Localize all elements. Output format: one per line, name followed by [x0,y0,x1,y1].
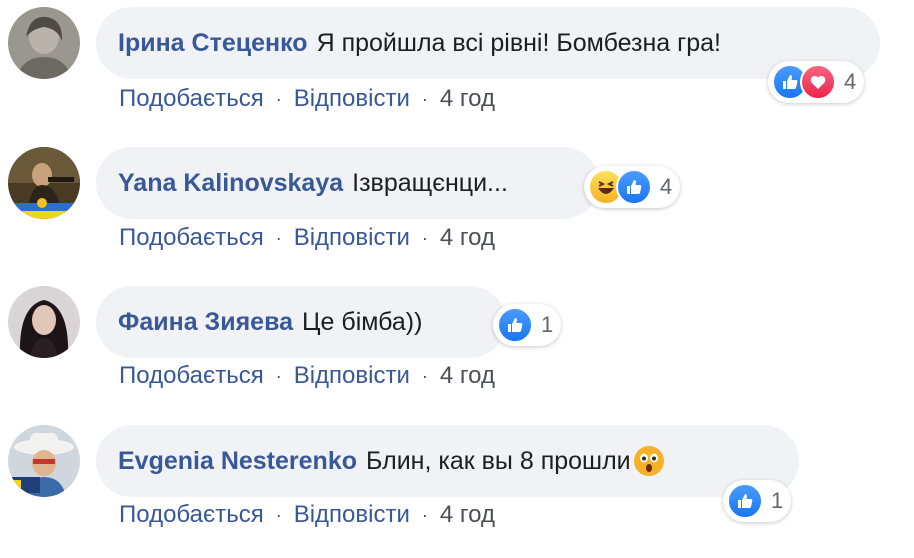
comment-text: Це бімба)) [302,307,423,336]
reaction-count: 4 [660,174,673,199]
comment-text: Блин, как вы 8 прошли [366,446,631,475]
like-link[interactable]: Подобається [119,362,264,390]
author-name[interactable]: Ірина Стеценко [118,29,308,58]
comment: Evgenia Nesterenko Блин, как вы 8 прошли… [0,418,914,558]
comment-bubble: Фаина Зияева Це бімба)) [96,286,506,358]
reaction-count: 1 [771,488,784,513]
like-reaction-icon [616,169,652,205]
like-link[interactable]: Подобається [119,501,264,529]
like-reaction-icon [497,307,533,343]
author-name[interactable]: Evgenia Nesterenko [118,447,357,476]
comment-actions: Подобається · Відповісти · 4 год [119,84,495,114]
comment: Ірина Стеценко Я пройшла всі рівні! Бомб… [0,0,914,140]
comment-actions: Подобається · Відповісти · 4 год [119,500,495,530]
separator: · [421,365,428,386]
like-link[interactable]: Подобається [119,85,264,113]
separator: · [275,365,282,386]
reaction-count: 1 [541,312,554,337]
comment-actions: Подобається · Відповісти · 4 год [119,223,495,253]
comment: Yana Kalinovskaya Ізвращєнци... Подобаєт… [0,140,914,280]
timestamp[interactable]: 4 год [440,224,495,252]
separator: · [421,227,428,248]
avatar[interactable] [8,7,80,79]
comment-bubble: Yana Kalinovskaya Ізвращєнци... [96,147,599,219]
comment: Фаина Зияева Це бімба)) Подобається · Ві… [0,279,914,419]
reaction-summary[interactable]: 1 [723,480,792,522]
comment-text: Я пройшла всі рівні! Бомбезна гра! [316,28,721,57]
love-reaction-icon [800,64,836,100]
like-reaction-icon [727,483,763,519]
avatar[interactable] [8,425,80,497]
timestamp[interactable]: 4 год [440,362,495,390]
reply-link[interactable]: Відповісти [294,224,410,252]
reaction-summary[interactable]: 4 [584,166,681,208]
reply-link[interactable]: Відповісти [294,501,410,529]
wow-emoji-icon [633,445,665,477]
separator: · [421,504,428,525]
author-name[interactable]: Фаина Зияева [118,308,293,337]
comment-actions: Подобається · Відповісти · 4 год [119,361,495,391]
separator: · [275,504,282,525]
separator: · [421,88,428,109]
reply-link[interactable]: Відповісти [294,85,410,113]
avatar[interactable] [8,286,80,358]
timestamp[interactable]: 4 год [440,501,495,529]
reaction-count: 4 [844,69,857,94]
author-name[interactable]: Yana Kalinovskaya [118,169,343,198]
reaction-summary[interactable]: 4 [768,61,865,103]
comment-bubble: Evgenia Nesterenko Блин, как вы 8 прошли [96,425,799,497]
separator: · [275,227,282,248]
reaction-summary[interactable]: 1 [493,304,562,346]
comment-text: Ізвращєнци... [352,168,508,197]
avatar[interactable] [8,147,80,219]
comment-bubble: Ірина Стеценко Я пройшла всі рівні! Бомб… [96,7,880,79]
separator: · [275,88,282,109]
timestamp[interactable]: 4 год [440,85,495,113]
like-link[interactable]: Подобається [119,224,264,252]
reply-link[interactable]: Відповісти [294,362,410,390]
